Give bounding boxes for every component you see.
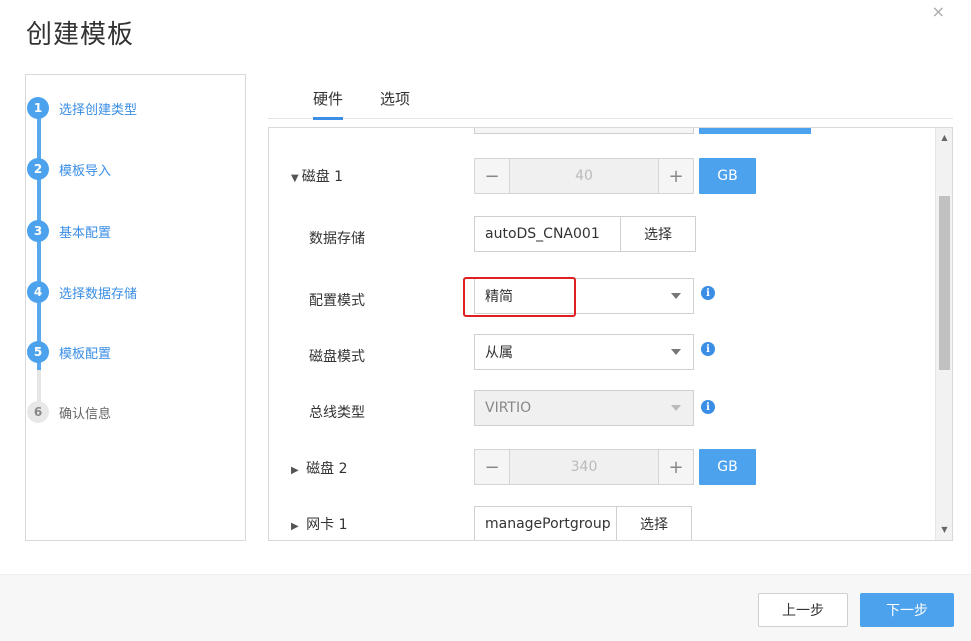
next-button[interactable]: 下一步 xyxy=(860,593,954,627)
scroll-thumb[interactable] xyxy=(939,196,950,370)
disk-mode-value: 从属 xyxy=(485,345,513,361)
plus-button[interactable]: + xyxy=(658,158,694,194)
steps-panel xyxy=(25,74,246,541)
step-number: 1 xyxy=(27,97,49,119)
step-number: 4 xyxy=(27,281,49,303)
disk1-title: 磁盘 1 xyxy=(301,169,344,185)
bus-type-select: VIRTIO xyxy=(474,390,694,426)
partial-unit-button xyxy=(699,128,811,134)
minus-button[interactable]: − xyxy=(474,449,510,485)
chevron-down-icon xyxy=(671,349,681,355)
datastore-select-button[interactable]: 选择 xyxy=(621,217,695,251)
chevron-down-icon xyxy=(671,405,681,411)
step-label: 模板配置 xyxy=(59,346,112,362)
disk1-size-stepper: − 40 + xyxy=(474,158,694,194)
step-3[interactable]: 3 基本配置 xyxy=(27,220,111,242)
step-label: 确认信息 xyxy=(59,406,112,422)
minus-button[interactable]: − xyxy=(474,158,510,194)
step-label: 选择创建类型 xyxy=(59,102,138,118)
disk-mode-select[interactable]: 从属 xyxy=(474,334,694,370)
portgroup-input[interactable]: managePortgroup xyxy=(475,507,617,540)
chevron-down-icon xyxy=(671,293,681,299)
tab-bar: 硬件 选项 xyxy=(268,84,953,120)
config-mode-label: 配置模式 xyxy=(309,293,365,309)
disk1-size-input[interactable]: 40 xyxy=(510,158,658,194)
dialog-title: 创建模板 xyxy=(26,20,135,50)
step-label: 选择数据存储 xyxy=(59,286,138,302)
tab-hardware[interactable]: 硬件 xyxy=(313,88,344,120)
step-1[interactable]: 1 选择创建类型 xyxy=(27,97,137,119)
disk1-label[interactable]: ▼ 磁盘 1 xyxy=(291,166,343,186)
scroll-down-icon[interactable]: ▼ xyxy=(936,522,952,538)
disk2-label[interactable]: ▶ 磁盘 2 xyxy=(291,458,348,478)
step-5[interactable]: 5 模板配置 xyxy=(27,341,111,363)
disk2-unit-button[interactable]: GB xyxy=(699,449,756,485)
info-icon[interactable]: i xyxy=(701,342,715,356)
datastore-input[interactable]: autoDS_CNA001 xyxy=(475,217,621,251)
step-label: 基本配置 xyxy=(59,225,112,241)
step-4[interactable]: 4 选择数据存储 xyxy=(27,281,137,303)
nic1-title: 网卡 1 xyxy=(306,517,348,533)
tab-options[interactable]: 选项 xyxy=(380,88,410,117)
caret-down-icon: ▼ xyxy=(291,173,299,184)
step-6: 6 确认信息 xyxy=(27,401,111,423)
nic1-label[interactable]: ▶ 网卡 1 xyxy=(291,514,348,534)
nic1-portgroup-field: managePortgroup 选择 xyxy=(474,506,692,540)
portgroup-select-button[interactable]: 选择 xyxy=(617,507,691,540)
info-icon[interactable]: i xyxy=(701,286,715,300)
datastore-label: 数据存储 xyxy=(309,231,365,247)
disk-mode-label: 磁盘模式 xyxy=(309,349,365,365)
step-2[interactable]: 2 模板导入 xyxy=(27,158,111,180)
bus-type-label: 总线类型 xyxy=(309,405,365,421)
step-label: 模板导入 xyxy=(59,163,112,179)
caret-right-icon: ▶ xyxy=(291,521,299,532)
scrollbar[interactable]: ▲ ▼ xyxy=(935,128,952,540)
bus-type-value: VIRTIO xyxy=(485,400,532,416)
hardware-panel: ▼ 磁盘 1 − 40 + GB 数据存储 autoDS_CNA001 选择 配置… xyxy=(268,127,953,541)
close-icon[interactable]: × xyxy=(932,2,945,21)
disk2-size-input[interactable]: 340 xyxy=(510,449,658,485)
disk2-size-stepper: − 340 + xyxy=(474,449,694,485)
step-number: 5 xyxy=(27,341,49,363)
disk1-unit-button[interactable]: GB xyxy=(699,158,756,194)
highlight-box xyxy=(463,277,576,317)
caret-right-icon: ▶ xyxy=(291,465,299,476)
info-icon[interactable]: i xyxy=(701,400,715,414)
step-number: 6 xyxy=(27,401,49,423)
plus-button[interactable]: + xyxy=(658,449,694,485)
partial-stepper xyxy=(474,128,694,134)
step-number: 2 xyxy=(27,158,49,180)
previous-button[interactable]: 上一步 xyxy=(758,593,848,627)
disk2-title: 磁盘 2 xyxy=(306,461,348,477)
datastore-field: autoDS_CNA001 选择 xyxy=(474,216,696,252)
step-number: 3 xyxy=(27,220,49,242)
scroll-up-icon[interactable]: ▲ xyxy=(936,130,952,146)
dialog-footer: 上一步 下一步 xyxy=(0,574,971,641)
